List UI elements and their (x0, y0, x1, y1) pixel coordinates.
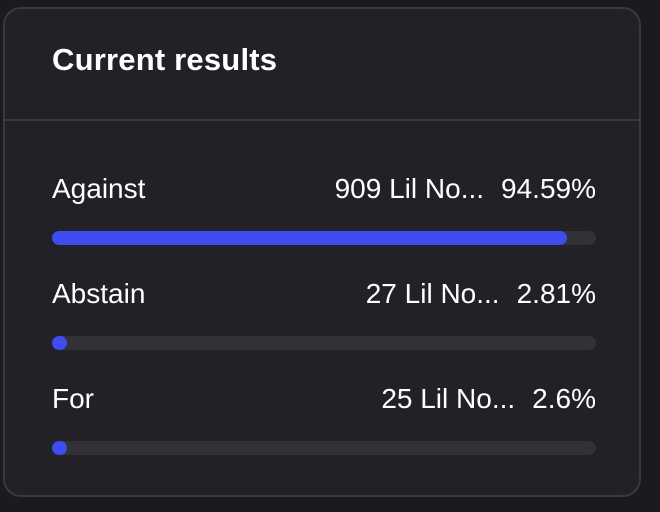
result-bar-fill (52, 231, 567, 245)
result-percent: 2.6% (532, 383, 596, 414)
result-label: Against (52, 173, 146, 204)
result-votes: 27 Lil No... (365, 278, 500, 309)
result-meta: 25 Lil No... 2.6% (381, 383, 596, 415)
result-row-header: For 25 Lil No... 2.6% (52, 383, 596, 423)
result-percent: 2.81% (516, 278, 596, 309)
result-meta: 909 Lil No... 94.59% (335, 173, 596, 205)
result-label: Abstain (52, 278, 146, 309)
card-header: Current results (5, 9, 639, 121)
result-bar-fill (52, 336, 68, 350)
result-row-against: Against 909 Lil No... 94.59% (52, 173, 596, 278)
results-card: Current results Against 909 Lil No... 94… (3, 7, 641, 497)
results-list: Against 909 Lil No... 94.59% Abstain 27 … (52, 173, 596, 488)
card-title: Current results (52, 42, 278, 77)
result-label: For (52, 383, 94, 414)
result-bar-track (52, 336, 596, 350)
result-bar-fill (52, 441, 67, 455)
result-bar-track (52, 231, 596, 245)
result-meta: 27 Lil No... 2.81% (366, 278, 596, 310)
result-row-for: For 25 Lil No... 2.6% (52, 383, 596, 488)
result-percent: 94.59% (501, 173, 596, 204)
result-votes: 25 Lil No... (381, 383, 516, 414)
result-row-header: Abstain 27 Lil No... 2.81% (52, 278, 596, 318)
result-row-abstain: Abstain 27 Lil No... 2.81% (52, 278, 596, 383)
result-row-header: Against 909 Lil No... 94.59% (52, 173, 596, 213)
result-bar-track (52, 441, 596, 455)
result-votes: 909 Lil No... (334, 173, 485, 204)
